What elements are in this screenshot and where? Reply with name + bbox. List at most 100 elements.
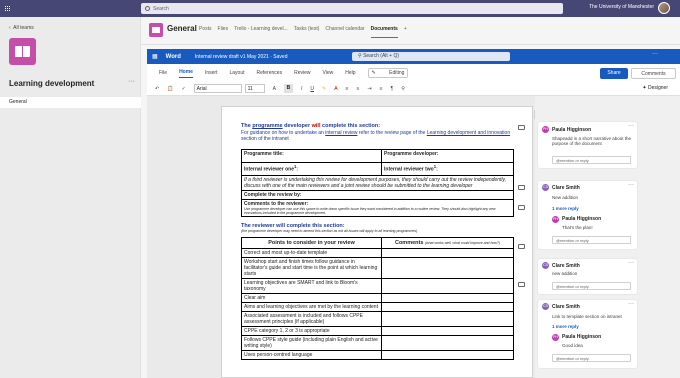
team-more-icon[interactable]: ··· [128, 78, 135, 85]
team-name: Learning development [9, 79, 95, 88]
underline-button[interactable]: U [310, 86, 314, 92]
programme-developer-cell[interactable]: Programme developer: [381, 149, 514, 163]
format-painter-icon[interactable]: ✓ [181, 86, 185, 92]
font-select[interactable]: Arial [193, 84, 242, 93]
tab-trello[interactable]: Trello - Learning devel... [234, 26, 288, 38]
table-row[interactable]: Correct and most up-to-date template [241, 248, 514, 258]
comments-to-reviewer-cell[interactable]: Comments to the reviewer: Use programme d… [241, 199, 514, 217]
document-title[interactable]: Internal review draft v1 May 2021 · Save… [195, 54, 288, 60]
tab-calendar[interactable]: Channel calendar [325, 26, 364, 38]
styles-icon[interactable]: ¶ [391, 86, 394, 92]
all-teams-link[interactable]: ‹ All teams [9, 25, 34, 31]
comment-author: Paula Higginson [552, 127, 592, 133]
menu-insert[interactable]: Insert [205, 70, 218, 76]
avatar: PH [542, 126, 549, 133]
add-tab-button[interactable]: + [404, 26, 407, 38]
table-row[interactable]: Follows CPPE style guide (including plai… [241, 335, 514, 351]
avatar[interactable] [658, 2, 670, 14]
more-replies-link[interactable]: 1 more reply [552, 206, 579, 211]
reviewer-subnote: (the programme developer may need to ame… [241, 229, 418, 233]
document-body: The programme developer will complete th… [241, 123, 514, 360]
tab-tasks[interactable]: Tasks (test) [294, 26, 320, 38]
book-icon [15, 46, 30, 57]
reply-author: Paula Higginson [562, 334, 602, 340]
menu-file[interactable]: File [159, 70, 167, 76]
menu-home[interactable]: Home [179, 69, 193, 78]
font-size-select[interactable]: 11 [244, 84, 265, 93]
comment-marker-icon[interactable] [518, 125, 525, 130]
table-row[interactable]: Uses person-centred language [241, 350, 514, 360]
more-replies-link[interactable]: 1 more reply [552, 324, 579, 329]
indent-icon[interactable]: ⇥ [367, 86, 371, 92]
comment-marker-icon[interactable] [518, 205, 525, 210]
comment-card[interactable]: PH Paula Higginson ··· Shapeadd in a sho… [538, 122, 637, 168]
table-row[interactable]: CPPE category 1, 2 or 3 is appropriate [241, 326, 514, 336]
comment-card[interactable]: CS Clare Smith ··· new addition @mention… [538, 259, 637, 294]
undo-icon[interactable]: ↶ [155, 86, 159, 92]
reviewer-two-cell[interactable]: Internal reviewer two1: [381, 162, 514, 176]
comments-button[interactable]: Comments [631, 68, 676, 79]
word-menu: File Home Insert Layout References Revie… [147, 64, 680, 82]
reply-input[interactable]: @mention or reply [552, 354, 631, 362]
comment-text: New addition [552, 195, 579, 200]
document-page[interactable]: The programme developer will complete th… [221, 106, 533, 378]
search-icon [145, 6, 150, 11]
comment-marker-icon[interactable] [518, 282, 525, 287]
reviewer-one-cell[interactable]: Internal reviewer one1: [241, 162, 382, 176]
complete-by-cell[interactable]: Complete the review by: [241, 190, 514, 200]
tab-documents[interactable]: Documents [370, 26, 398, 38]
reply-input[interactable]: @mention or reply [552, 236, 631, 244]
comment-author: Clare Smith [552, 185, 580, 191]
app-launcher-icon[interactable] [5, 5, 11, 12]
highlight-icon[interactable]: ✎ [322, 86, 326, 92]
comment-marker-icon[interactable] [518, 185, 525, 190]
table-row[interactable]: Workshop start and finish times follow g… [241, 257, 514, 279]
table-row[interactable]: Learning objectives are SMART and link t… [241, 278, 514, 294]
reply-text: Good idea [562, 343, 583, 348]
more-icon[interactable]: ··· [628, 123, 634, 129]
channel-general[interactable]: General [0, 97, 141, 108]
comment-author: Clare Smith [552, 304, 580, 310]
word-more-icon[interactable]: ··· [652, 51, 658, 57]
tab-files[interactable]: Files [218, 26, 229, 38]
more-icon[interactable]: ··· [628, 260, 634, 266]
comment-card[interactable]: CS Clare Smith ··· New addition 1 more r… [538, 181, 637, 249]
bold-button[interactable]: B [283, 84, 293, 93]
align-icon[interactable]: ≡ [380, 86, 383, 92]
comment-card[interactable]: CS Clare Smith ··· Link to template sect… [538, 300, 637, 368]
menu-references[interactable]: References [257, 70, 283, 76]
reply-text: That's the plan! [562, 225, 593, 230]
reply-input[interactable]: @mention or reply [552, 156, 631, 164]
menu-review[interactable]: Review [294, 70, 310, 76]
reply-input[interactable]: @mention or reply [552, 282, 631, 290]
table-row[interactable]: Clear aim [241, 293, 514, 303]
comment-text: new addition [552, 271, 578, 276]
grow-font-icon[interactable]: A [273, 86, 276, 92]
more-icon[interactable]: ··· [628, 301, 634, 307]
tab-posts[interactable]: Posts [199, 26, 212, 38]
menu-layout[interactable]: Layout [229, 70, 244, 76]
designer-button[interactable]: ✦ Designer [642, 85, 668, 91]
clipboard-icon[interactable]: 📋 [167, 86, 173, 92]
review-points-table: Points to consider in your review Comment… [241, 237, 514, 360]
share-button[interactable]: Share [600, 68, 628, 79]
font-color-icon[interactable]: A [334, 86, 337, 92]
word-title-bar: ▦ Word Internal review draft v1 May 2021… [147, 49, 680, 64]
table-row[interactable]: Aims and learning objectives are met by … [241, 302, 514, 312]
table-row[interactable]: Associated assessment is included and fo… [241, 311, 514, 327]
more-icon[interactable]: ··· [628, 182, 634, 188]
menu-help[interactable]: Help [345, 70, 355, 76]
comment-marker-icon[interactable] [518, 244, 525, 249]
editing-mode[interactable]: ✎ Editing [367, 68, 409, 78]
find-icon[interactable]: ⚲ [401, 86, 405, 92]
avatar: CS [542, 262, 549, 269]
word-launcher-icon[interactable]: ▦ [152, 53, 158, 60]
bullets-icon[interactable]: ≡ [346, 86, 349, 92]
teams-search[interactable]: Search [141, 3, 563, 14]
word-app-name: Word [165, 53, 181, 60]
programme-title-cell[interactable]: Programme title: [241, 149, 382, 163]
numbering-icon[interactable]: ≡ [356, 86, 359, 92]
menu-view[interactable]: View [322, 70, 333, 76]
italic-button[interactable]: I [301, 86, 302, 92]
word-search[interactable]: ⚲ Search (Alt + Q) [352, 52, 510, 61]
